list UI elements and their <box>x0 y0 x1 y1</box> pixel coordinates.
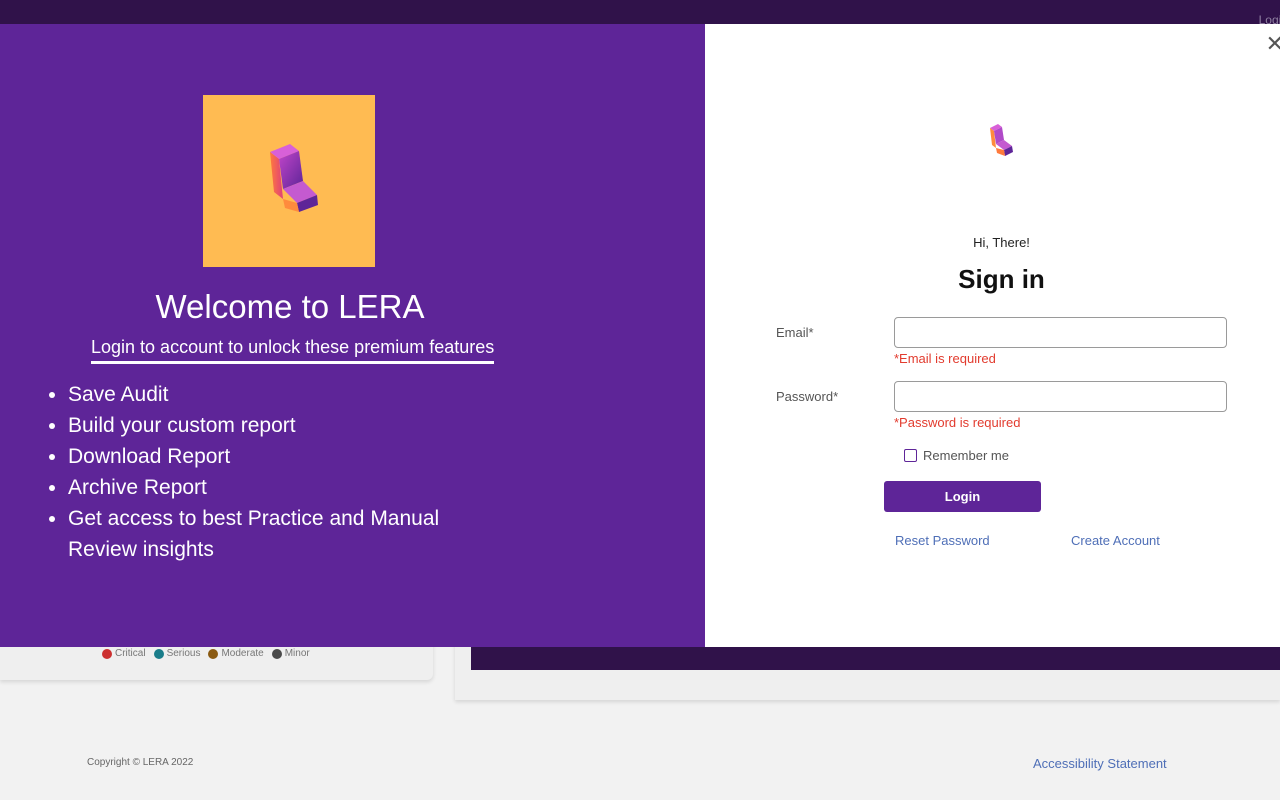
login-button[interactable]: Login <box>884 481 1041 512</box>
password-error: *Password is required <box>894 415 1021 430</box>
welcome-panel: Welcome to LERA Login to account to unlo… <box>0 24 705 647</box>
legend-label: Moderate <box>221 648 264 659</box>
signin-panel: ✕ Hi, There! Sign in Email* *Email is re… <box>705 24 1280 647</box>
lera-small-logo-icon <box>990 124 1013 156</box>
remember-me-checkbox[interactable] <box>904 449 917 462</box>
severity-legend: Critical Serious Moderate Minor <box>102 648 310 659</box>
moderate-dot-icon <box>208 648 219 659</box>
legend-item-critical: Critical <box>102 648 146 659</box>
legend-item-serious: Serious <box>153 648 201 659</box>
legend-label: Serious <box>166 648 201 659</box>
email-error: *Email is required <box>894 351 996 366</box>
email-input[interactable] <box>894 317 1227 348</box>
lera-logo-icon <box>270 144 318 212</box>
premium-features-list: Save Audit Build your custom report Down… <box>68 379 508 565</box>
lera-small-logo <box>988 122 1022 164</box>
signin-title: Sign in <box>958 264 1045 294</box>
remember-me-label: Remember me <box>923 448 1009 463</box>
top-navbar: Login <box>0 0 1280 27</box>
accessibility-statement-link[interactable]: Accessibility Statement <box>1033 756 1167 771</box>
email-label: Email* <box>776 325 814 340</box>
lera-logo <box>203 95 375 267</box>
feature-item: Download Report <box>68 441 508 472</box>
password-input[interactable] <box>894 381 1227 412</box>
password-label: Password* <box>776 389 839 404</box>
reset-password-link[interactable]: Reset Password <box>895 533 990 548</box>
critical-dot-icon <box>102 648 112 659</box>
welcome-title: Welcome to LERA <box>155 288 425 325</box>
legend-item-minor: Minor <box>271 648 310 659</box>
close-icon[interactable]: ✕ <box>1266 33 1280 55</box>
serious-dot-icon <box>153 648 164 659</box>
feature-item: Get access to best Practice and Manual R… <box>68 503 508 565</box>
remember-me-row[interactable]: Remember me <box>904 448 1009 463</box>
welcome-subtitle: Login to account to unlock these premium… <box>91 337 495 364</box>
minor-dot-icon <box>271 648 282 659</box>
footer-copyright: Copyright © LERA 2022 <box>87 757 194 768</box>
feature-item: Build your custom report <box>68 410 508 441</box>
legend-label: Minor <box>284 648 310 659</box>
feature-item: Archive Report <box>68 472 508 503</box>
greeting-text: Hi, There! <box>973 235 1030 250</box>
legend-item-moderate: Moderate <box>208 648 264 659</box>
create-account-link[interactable]: Create Account <box>1071 533 1160 548</box>
legend-label: Critical <box>115 648 146 659</box>
feature-item: Save Audit <box>68 379 508 410</box>
